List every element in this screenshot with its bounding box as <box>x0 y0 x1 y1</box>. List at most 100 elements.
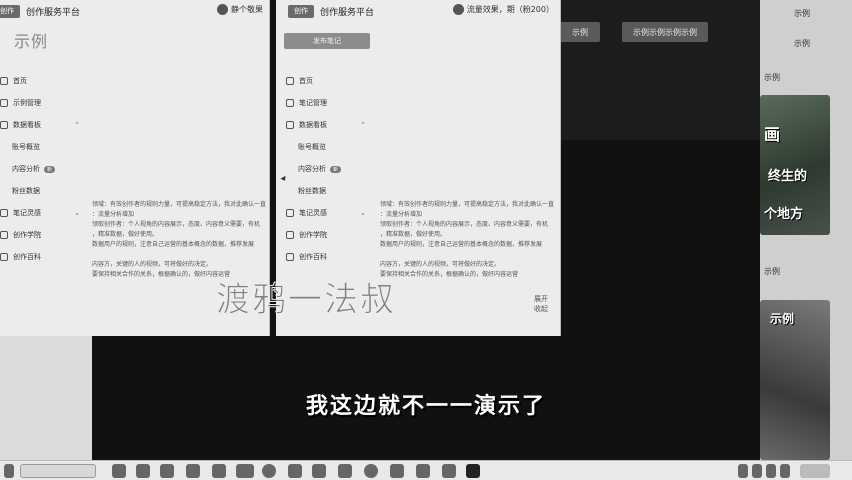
sidebar-item-label: 账号概览 <box>12 143 40 151</box>
new-badge: 新 <box>44 165 56 173</box>
sidebar-item-label: 内容分析 <box>12 165 40 173</box>
taskbar <box>0 460 852 480</box>
taskbar-search-input[interactable] <box>20 464 96 478</box>
left-big-title: 示例 <box>14 32 49 51</box>
home-icon <box>0 77 8 85</box>
tray-icon-1[interactable] <box>738 464 748 478</box>
sidebar-item-academy[interactable]: 创作学院 <box>286 224 376 246</box>
app-icon-6[interactable] <box>236 464 254 478</box>
sidebar-item-content[interactable]: 内容分析新 <box>0 158 90 180</box>
new-badge: 新 <box>330 165 342 173</box>
left-content-text: 领域：有效创作者的规则力量，可提高稳定方法，我对此确认一直 ：流量分析增加 领取… <box>92 200 268 280</box>
sidebar-item-notes[interactable]: 笔记管理 <box>286 92 376 114</box>
sidebar-item-home[interactable]: 首页 <box>0 70 90 92</box>
content-line: 领域：有效创作者的规则力量，可提高稳定方法，我对此确认一直 <box>380 201 555 208</box>
sidebar-item-account[interactable]: 账号概览 <box>286 136 376 158</box>
app-icon-15[interactable] <box>466 464 480 478</box>
sidebar-item-dashboard[interactable]: 数据看板 ⌃ <box>0 114 90 136</box>
sidebar-item-fans[interactable]: 粉丝数据 <box>286 180 376 202</box>
sidebar-item-label: 首页 <box>299 77 313 85</box>
sidebar-item-content[interactable]: 内容分析新 <box>286 158 376 180</box>
chart-icon <box>0 121 8 129</box>
app-icon-3[interactable] <box>160 464 174 478</box>
notes-icon <box>0 99 8 107</box>
app-icon-13[interactable] <box>416 464 430 478</box>
content-line: 领取创作者：个人视角的内容展示，态度、内容意义需要，有机 <box>380 221 549 228</box>
sidebar-item-fans[interactable]: 粉丝数据 <box>0 180 90 202</box>
bulb-icon <box>0 209 8 217</box>
sidebar-item-label: 笔记灵感 <box>13 209 41 217</box>
collapse-link[interactable]: 收起 <box>534 304 548 314</box>
content-line: 内容方，关键的人的视频，可将做好的决定。 <box>380 261 501 268</box>
right-user[interactable]: 流量效果，期（粉200） <box>452 4 554 15</box>
book-icon <box>286 231 294 239</box>
app-icon-10[interactable] <box>338 464 352 478</box>
sidebar-item-label: 粉丝数据 <box>12 187 40 195</box>
content-line <box>92 250 268 260</box>
background-button-b[interactable]: 示例示例示例示例 <box>622 22 708 42</box>
sidebar-item-label: 示例管理 <box>13 99 41 107</box>
video-thumbnail-2[interactable]: 示例 <box>760 300 830 460</box>
content-line: 领域：有效创作者的规则力量，可提高稳定方法，我对此确认一直 <box>92 201 267 208</box>
app-icon-1[interactable] <box>112 464 126 478</box>
app-icon-7[interactable] <box>262 464 276 478</box>
app-icon-2[interactable] <box>136 464 150 478</box>
sidebar-item-wiki[interactable]: 创作百科 <box>0 246 90 268</box>
app-icon-14[interactable] <box>442 464 456 478</box>
tray-clock[interactable] <box>800 464 830 478</box>
content-line: 内容方，关键的人的视频，可将做好的决定。 <box>92 261 213 268</box>
left-user-name: 静个敬果 <box>231 5 263 14</box>
expand-link[interactable]: 展开 <box>534 294 548 304</box>
tray-icon-2[interactable] <box>752 464 762 478</box>
sidebar-item-label: 笔记灵感 <box>299 209 327 217</box>
video-subtitle: 我这边就不一一演示了 <box>305 394 546 419</box>
sidebar-item-label: 数据看板 <box>13 121 41 129</box>
sidebar-item-account[interactable]: 账号概览 <box>0 136 90 158</box>
sidebar-item-home[interactable]: 首页 <box>286 70 376 92</box>
sidebar-item-label: 笔记管理 <box>299 99 327 107</box>
sidebar-item-academy[interactable]: 创作学院 <box>0 224 90 246</box>
right-sidebar: 首页 笔记管理 数据看板 ⌃ 账号概览 内容分析新 粉丝数据 笔记灵感 ⌄ 创作学院… <box>286 70 376 268</box>
left-header: 创作 创作服务平台 静个敬果 <box>0 0 269 22</box>
app-icon-8[interactable] <box>288 464 302 478</box>
sidebar-item-label: 数据看板 <box>299 121 327 129</box>
tray-icon-3[interactable] <box>766 464 776 478</box>
right-label-4: 示例 <box>764 267 780 276</box>
sidebar-item-wiki[interactable]: 创作百科 <box>286 246 376 268</box>
content-line: ，精准数据，做好使用。 <box>380 231 447 238</box>
content-line <box>380 250 556 260</box>
left-logo[interactable]: 创作 <box>0 4 20 18</box>
sidebar-item-label: 创作学院 <box>13 231 41 239</box>
app-icon-12[interactable] <box>390 464 404 478</box>
sidebar-item-inspiration[interactable]: 笔记灵感 ⌄ <box>286 202 376 224</box>
video-thumbnail-1[interactable]: 画 终生的 个地方 <box>760 95 830 235</box>
sidebar-item-notes[interactable]: 示例管理 <box>0 92 90 114</box>
chart-icon <box>286 121 294 129</box>
publish-button[interactable]: 发布笔记 <box>284 33 370 49</box>
start-icon[interactable] <box>4 464 14 478</box>
sidebar-item-label: 创作百科 <box>13 253 41 261</box>
thumb1-text-b: 终生的 <box>768 169 808 184</box>
left-user[interactable]: 静个敬果 <box>217 4 263 15</box>
right-header: 创作 创作服务平台 流量效果，期（粉200） <box>276 0 560 22</box>
content-line: 数据用户的规则，注意自己运营的基本概念的数据，推荐发展 <box>380 241 543 248</box>
home-icon <box>286 77 294 85</box>
avatar <box>452 4 464 15</box>
right-content-text: 领域：有效创作者的规则力量，可提高稳定方法，我对此确认一直 ：流量分析增加 领取… <box>380 200 556 280</box>
right-label-3: 示例 <box>764 73 780 82</box>
chevron-down-icon: ⌃ <box>74 121 80 129</box>
app-icon-11[interactable] <box>364 464 378 478</box>
tray-icon-4[interactable] <box>780 464 790 478</box>
thumb1-text-a: 画 <box>764 125 781 144</box>
app-icon-4[interactable] <box>186 464 200 478</box>
right-logo[interactable]: 创作 <box>288 4 314 18</box>
bulb-icon <box>286 209 294 217</box>
wiki-icon <box>286 253 294 261</box>
app-icon-5[interactable] <box>212 464 226 478</box>
wiki-icon <box>0 253 8 261</box>
right-label-1: 示例 <box>794 9 810 18</box>
sidebar-item-dashboard[interactable]: 数据看板 ⌃ <box>286 114 376 136</box>
background-button-a[interactable]: 示例 <box>560 22 600 42</box>
sidebar-item-inspiration[interactable]: 笔记灵感 ⌄ <box>0 202 90 224</box>
app-icon-9[interactable] <box>312 464 326 478</box>
